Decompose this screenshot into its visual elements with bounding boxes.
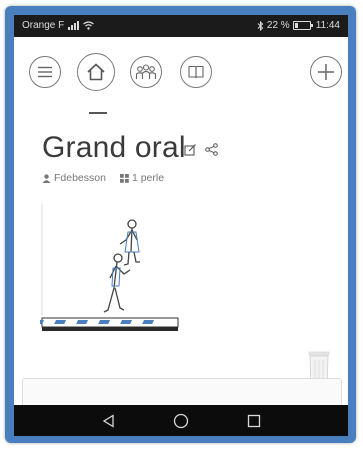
top-toolbar (14, 45, 348, 114)
system-nav-bar (14, 405, 348, 436)
edit-icon[interactable] (184, 143, 197, 156)
pearls-count: 1 perle (119, 172, 165, 184)
active-tab-indicator (89, 112, 107, 114)
add-button[interactable] (310, 56, 342, 88)
bluetooth-icon (257, 20, 264, 31)
battery-icon (292, 21, 313, 30)
menu-button[interactable] (29, 56, 61, 88)
wifi-icon (83, 21, 95, 30)
phone-screen: Orange F 22 % 11:44 Grand oral Fdebesson… (14, 15, 348, 436)
battery-percent: 22 % (266, 20, 290, 31)
carrier-name: Orange F (22, 20, 65, 31)
signal-icon (68, 21, 80, 30)
plus-icon (318, 64, 334, 80)
recents-button[interactable] (234, 405, 274, 436)
share-icon[interactable] (205, 143, 218, 156)
author-name: Fdebesson (54, 172, 106, 184)
hamburger-menu-icon (38, 66, 52, 78)
author-link[interactable]: Fdebesson (42, 172, 106, 184)
people-icon (135, 64, 157, 79)
stairs-figures-illustration[interactable] (40, 200, 180, 340)
home-circle-icon (173, 413, 189, 428)
home-nav-button[interactable] (161, 405, 201, 436)
home-icon (87, 63, 105, 81)
home-button[interactable] (77, 53, 115, 91)
library-button[interactable] (180, 56, 212, 88)
grid-icon (119, 173, 129, 183)
community-button[interactable] (130, 56, 162, 88)
back-triangle-icon (102, 413, 114, 428)
back-button[interactable] (89, 405, 129, 436)
clock: 11:44 (315, 20, 340, 31)
pearls-count-label: 1 perle (131, 172, 165, 184)
page-meta: Fdebesson 1 perle (42, 172, 164, 184)
recents-square-icon (247, 414, 261, 427)
user-icon (42, 173, 51, 183)
book-icon (188, 65, 204, 79)
status-bar: Orange F 22 % 11:44 (14, 15, 348, 37)
page-title: Grand oral (42, 131, 186, 164)
